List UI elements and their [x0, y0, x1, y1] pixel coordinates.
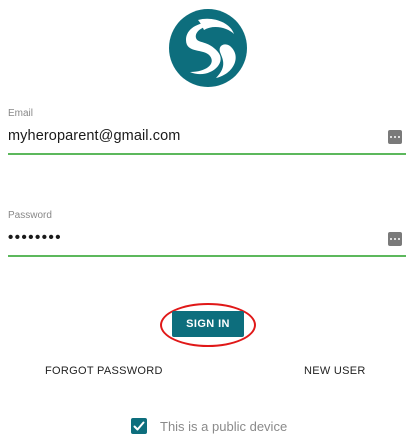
- checkmark-icon: [133, 421, 145, 431]
- email-field[interactable]: Email myheroparent@gmail.com: [8, 108, 406, 160]
- password-field[interactable]: Password ••••••••: [8, 210, 406, 262]
- app-logo: [168, 8, 248, 88]
- public-device-checkbox[interactable]: [131, 418, 147, 434]
- sign-in-area: SIGN IN: [160, 303, 256, 347]
- sign-in-button[interactable]: SIGN IN: [172, 311, 244, 337]
- brand-swirl-logo-icon: [169, 9, 247, 87]
- forgot-password-link[interactable]: FORGOT PASSWORD: [45, 365, 163, 377]
- password-input[interactable]: ••••••••: [8, 229, 62, 246]
- email-underline: [8, 153, 406, 155]
- new-user-link[interactable]: NEW USER: [304, 365, 366, 377]
- password-label: Password: [8, 210, 52, 221]
- public-device-label: This is a public device: [160, 419, 288, 434]
- password-manager-icon[interactable]: [388, 130, 402, 144]
- password-underline: [8, 255, 406, 257]
- email-label: Email: [8, 108, 34, 119]
- email-input[interactable]: myheroparent@gmail.com: [8, 128, 180, 144]
- password-manager-icon[interactable]: [388, 232, 402, 246]
